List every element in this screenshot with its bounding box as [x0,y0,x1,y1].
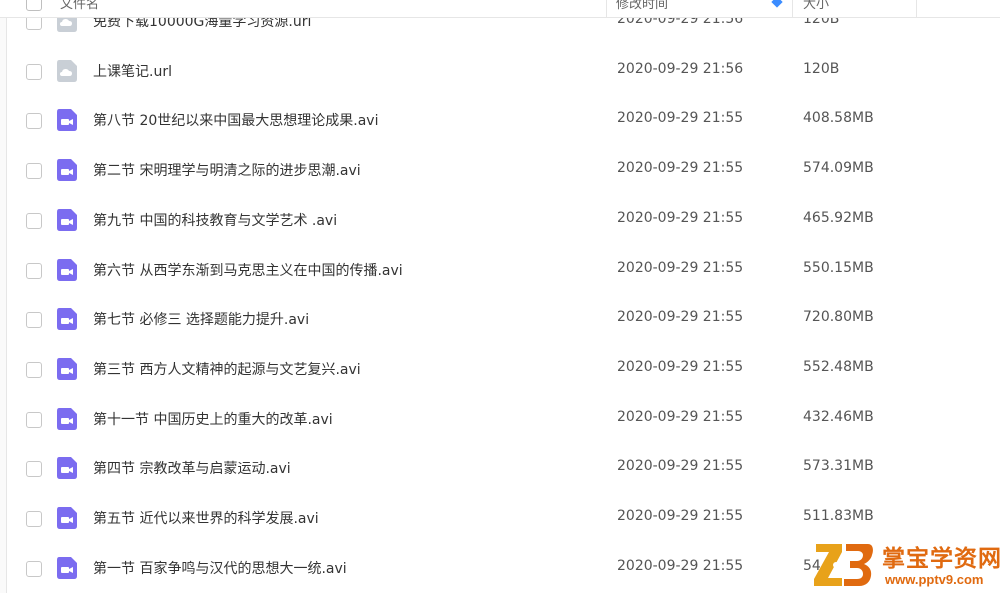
column-name-header[interactable]: 文件名 [60,0,99,12]
file-size: 432.46MB [803,408,874,425]
file-size: 465.92MB [803,209,874,226]
file-size: 552.48MB [803,358,874,375]
file-row[interactable]: 第三节 西方人文精神的起源与文艺复兴.avi 2020-09-29 21:55 55… [6,344,1000,394]
file-size: 550.15MB [803,259,874,276]
file-name[interactable]: 第八节 20世纪以来中国最大思想理论成果.avi [93,110,378,130]
row-checkbox[interactable] [26,262,42,279]
url-cloud-icon [57,59,77,82]
file-modified-time: 2020-09-29 21:55 [617,259,744,276]
column-header: 文件名 修改时间 大小 [0,0,1000,18]
row-checkbox[interactable] [26,63,42,80]
file-list-view: 文件名 修改时间 大小 免费下载10000G海量学习资源.url 2020-09-… [0,0,1000,593]
row-checkbox[interactable] [26,461,42,478]
file-modified-time: 2020-09-29 21:55 [617,408,744,425]
row-checkbox[interactable] [26,511,42,527]
file-row[interactable]: 第六节 从西学东渐到马克思主义在中国的传播.avi 2020-09-29 21:5… [6,245,1000,295]
column-size-header[interactable]: 大小 [803,0,829,12]
watermark-url: www.pptv9.com [885,572,984,587]
file-size: 511.83MB [803,508,874,524]
file-modified-time: 2020-09-29 21:55 [617,557,744,574]
file-name[interactable]: 第五节 近代以来世界的科学发展.avi [93,508,319,528]
file-size: 574.09MB [803,160,874,177]
file-name[interactable]: 第二节 宋明理学与明清之际的进步思潮.avi [93,160,361,180]
column-divider[interactable] [606,0,607,17]
video-file-icon [57,109,77,132]
select-all-checkbox[interactable] [26,0,42,11]
file-name[interactable]: 第一节 百家争鸣与汉代的思想大一统.avi [93,558,347,578]
file-modified-time: 2020-09-29 21:56 [617,60,744,77]
sort-indicator-icon[interactable] [771,0,783,8]
row-checkbox[interactable] [26,212,42,229]
file-modified-time: 2020-09-29 21:55 [617,309,744,326]
row-checkbox[interactable] [26,113,42,130]
file-size: 408.58MB [803,110,874,127]
video-file-icon [57,457,77,480]
video-file-icon [57,357,77,380]
file-name[interactable]: 第四节 宗教改革与启蒙运动.avi [93,458,291,478]
file-modified-time: 2020-09-29 21:55 [617,209,744,226]
file-row[interactable]: 第九节 中国的科技教育与文学艺术 .avi 2020-09-29 21:55 465… [6,195,1000,245]
file-name[interactable]: 第十一节 中国历史上的重大的改革.avi [93,409,333,429]
row-checkbox[interactable] [26,361,42,378]
file-modified-time: 2020-09-29 21:55 [617,508,744,524]
video-file-icon [57,258,77,281]
file-modified-time: 2020-09-29 21:55 [617,458,744,475]
file-modified-time: 2020-09-29 21:55 [617,358,744,375]
file-name[interactable]: 上课笔记.url [93,61,172,81]
file-name[interactable]: 第九节 中国的科技教育与文学艺术 .avi [93,210,337,230]
file-size: 720.80MB [803,309,874,326]
file-row[interactable]: 第七节 必修三 选择题能力提升.avi 2020-09-29 21:55 720.8… [6,294,1000,344]
video-file-icon [57,556,77,579]
video-file-icon [57,507,77,529]
file-row[interactable]: 上课笔记.url 2020-09-29 21:56 120B [6,46,1000,96]
file-name[interactable]: 第三节 西方人文精神的起源与文艺复兴.avi [93,359,361,379]
row-checkbox[interactable] [26,411,42,428]
video-file-icon [57,407,77,430]
video-file-icon [57,308,77,331]
row-checkbox[interactable] [26,560,42,577]
file-name[interactable]: 第六节 从西学东渐到马克思主义在中国的传播.avi [93,260,403,280]
file-row[interactable]: 第八节 20世纪以来中国最大思想理论成果.avi 2020-09-29 21:55… [6,95,1000,145]
column-divider[interactable] [916,0,917,17]
watermark-logo-icon [814,544,873,586]
file-row[interactable]: 第十一节 中国历史上的重大的改革.avi 2020-09-29 21:55 432.… [6,394,1000,444]
row-checkbox[interactable] [26,163,42,180]
file-modified-time: 2020-09-29 21:55 [617,160,744,177]
file-size: 120B [803,60,840,77]
file-modified-time: 2020-09-29 21:55 [617,110,744,127]
file-row[interactable]: 第四节 宗教改革与启蒙运动.avi 2020-09-29 21:55 573.31M… [6,443,1000,493]
watermark: 掌宝学资网 www.pptv9.com [812,534,1000,592]
video-file-icon [57,159,77,182]
row-checkbox[interactable] [26,312,42,329]
column-time-header[interactable]: 修改时间 [616,0,668,12]
video-file-icon [57,208,77,231]
file-size: 573.31MB [803,458,874,475]
column-divider[interactable] [792,0,793,17]
watermark-title: 掌宝学资网 [882,546,1000,572]
file-row[interactable]: 第二节 宋明理学与明清之际的进步思潮.avi 2020-09-29 21:55 57… [6,145,1000,195]
file-name[interactable]: 第七节 必修三 选择题能力提升.avi [93,309,309,329]
